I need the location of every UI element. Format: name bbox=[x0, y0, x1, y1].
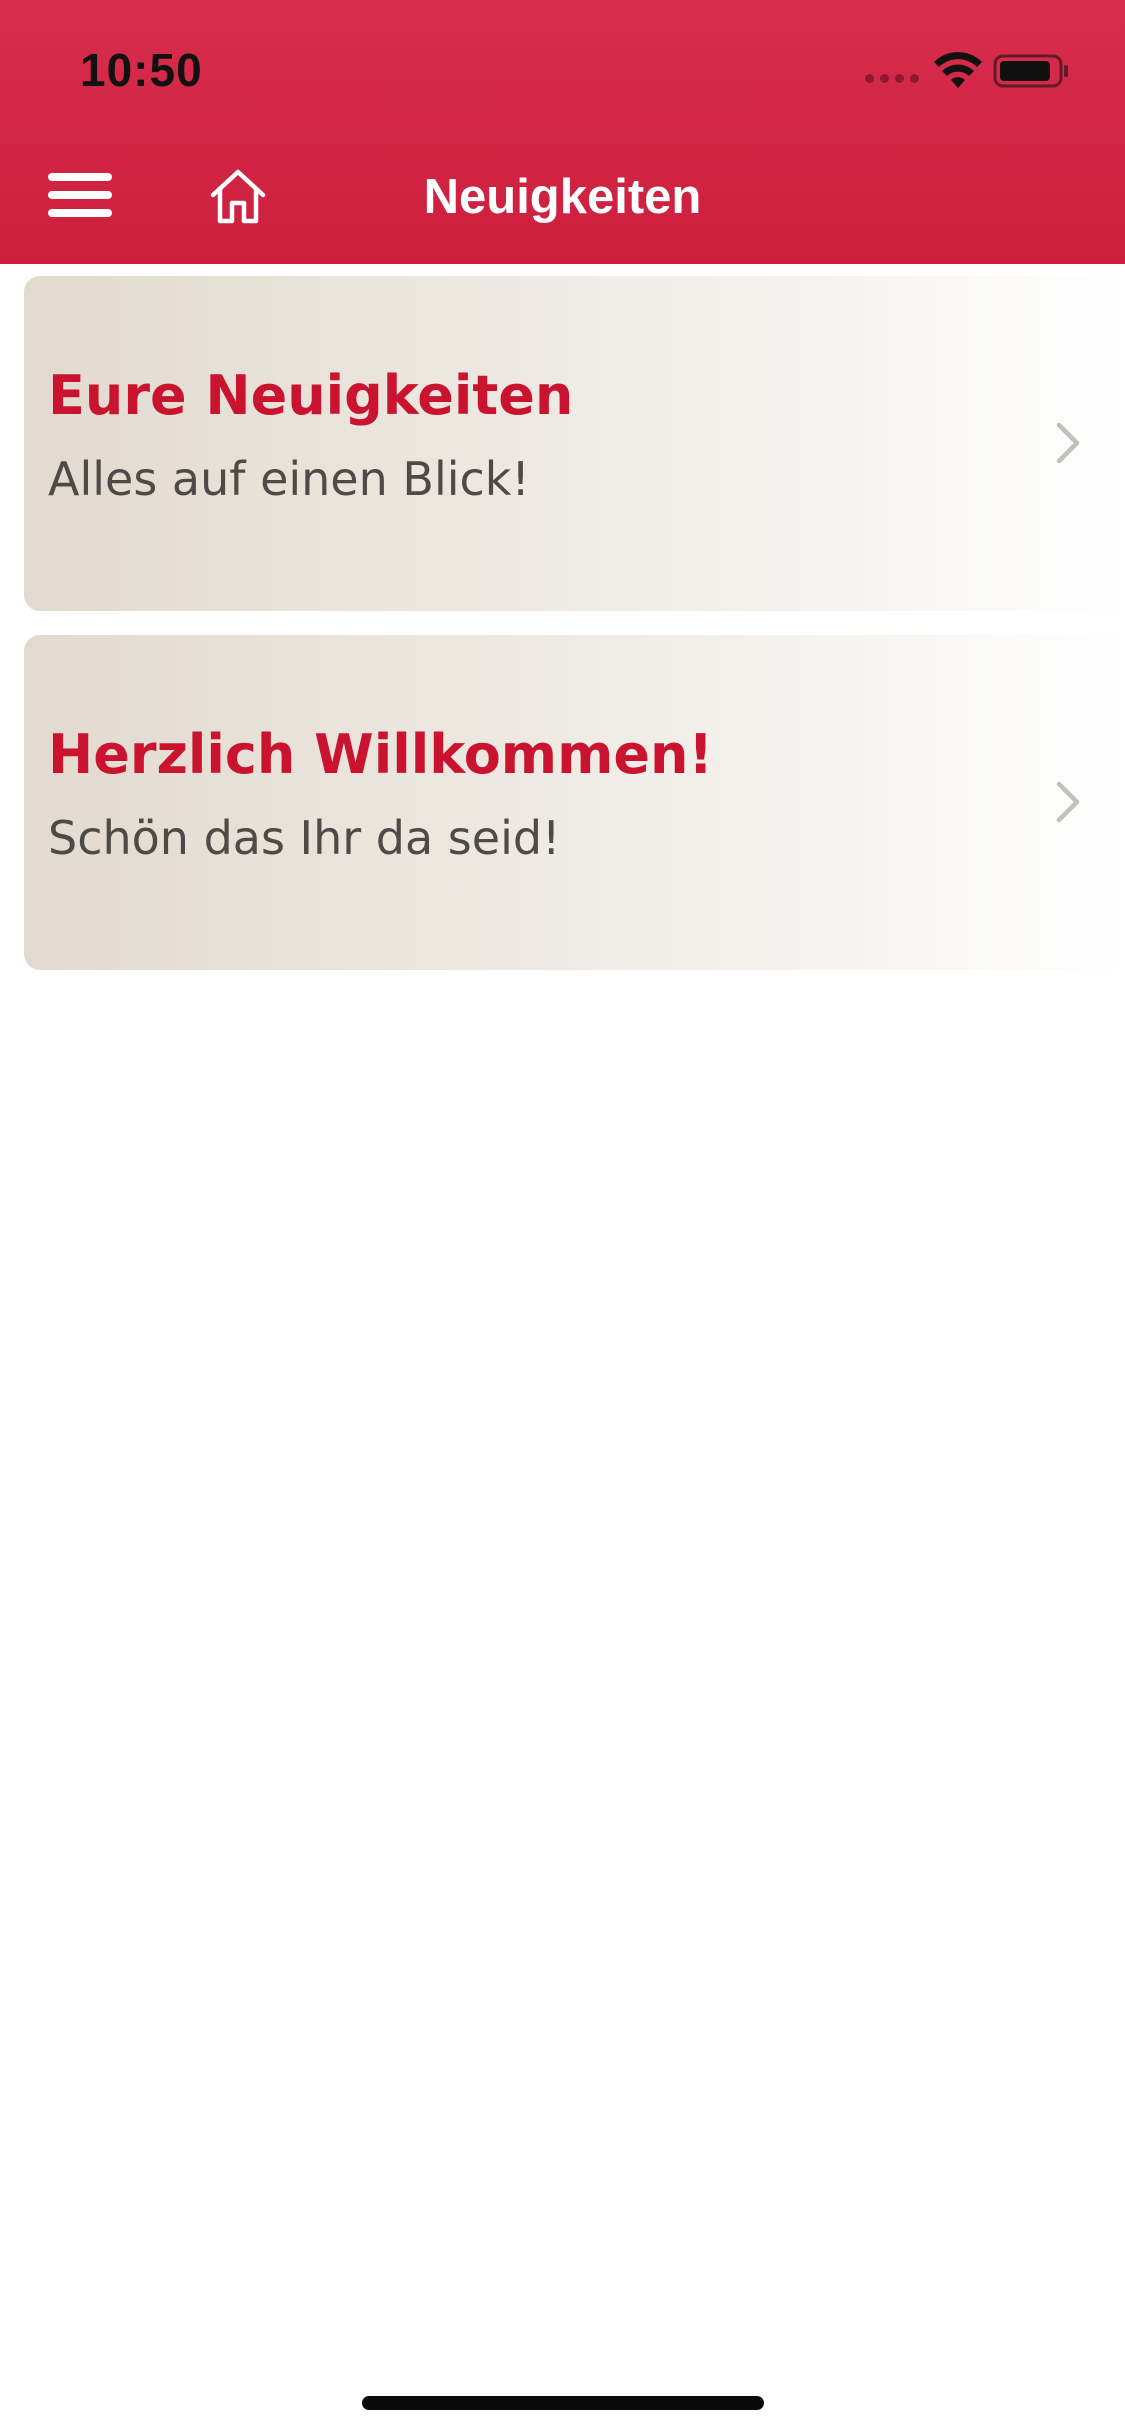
card-title: Herzlich Willkommen! bbox=[48, 723, 714, 786]
card-title: Eure Neuigkeiten bbox=[48, 364, 574, 427]
card-subtitle: Schön das Ihr da seid! bbox=[48, 811, 561, 865]
status-icons bbox=[865, 50, 1085, 90]
news-card-herzlich-willkommen[interactable]: Herzlich Willkommen! Schön das Ihr da se… bbox=[24, 635, 1125, 970]
home-indicator[interactable] bbox=[362, 2396, 764, 2410]
wifi-icon bbox=[934, 52, 982, 88]
page-title: Neuigkeiten bbox=[423, 170, 702, 224]
cellular-signal-icon bbox=[865, 74, 919, 83]
card-subtitle: Alles auf einen Blick! bbox=[48, 452, 530, 506]
chevron-right-icon bbox=[1056, 422, 1080, 464]
header-bar: 10:50 Neuigkeiten bbox=[0, 0, 1125, 264]
news-card-eure-neuigkeiten[interactable]: Eure Neuigkeiten Alles auf einen Blick! bbox=[24, 276, 1125, 611]
status-time: 10:50 bbox=[80, 44, 203, 96]
battery-icon bbox=[993, 54, 1068, 88]
chevron-right-icon bbox=[1056, 781, 1080, 823]
news-list: Eure Neuigkeiten Alles auf einen Blick! … bbox=[24, 276, 1125, 994]
